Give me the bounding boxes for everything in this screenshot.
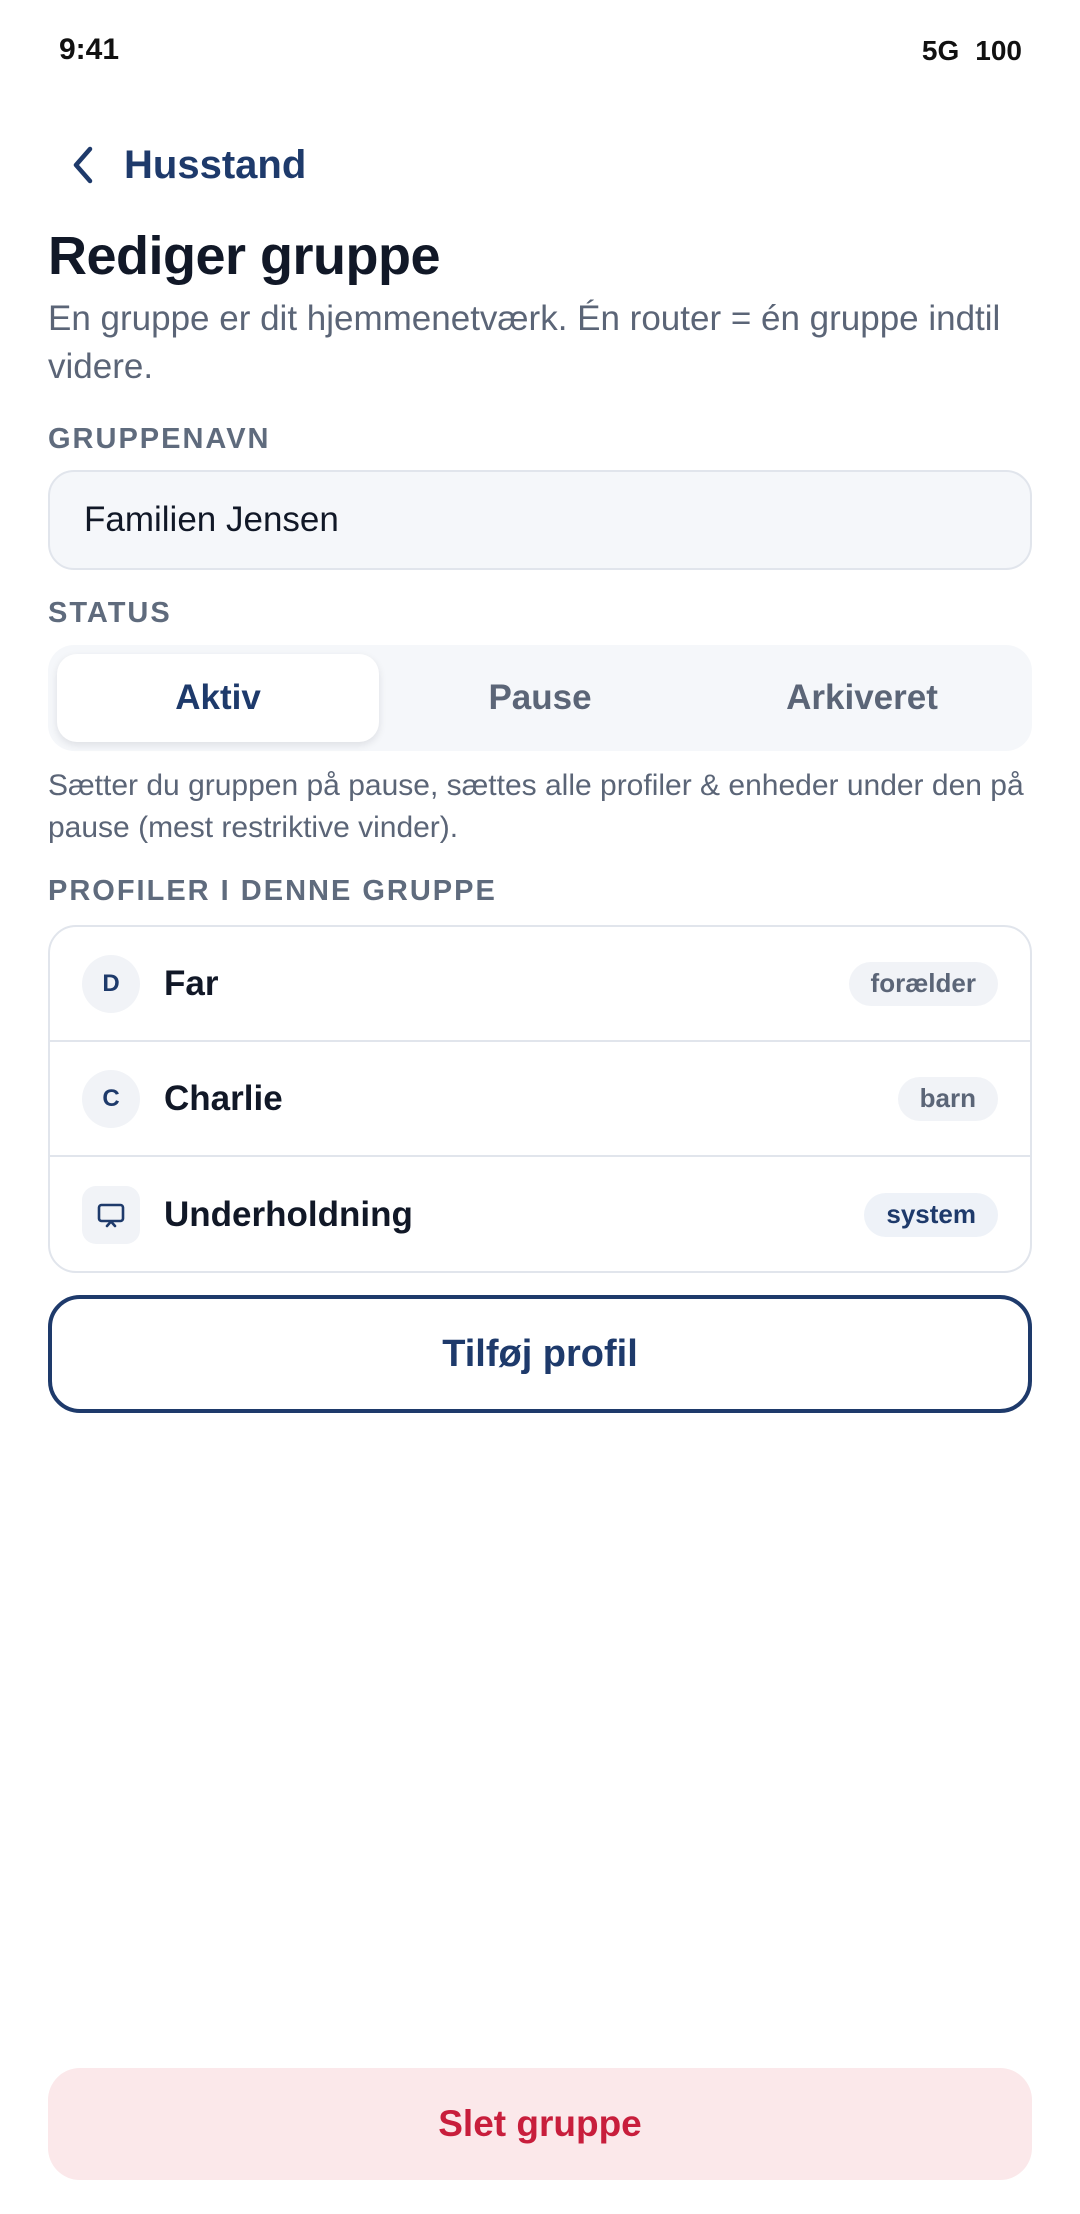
page-title: Rediger gruppe [48,226,441,286]
network-indicator: 5G [921,35,960,66]
back-button[interactable]: Husstand [70,135,306,195]
avatar: C [82,1069,140,1128]
status-note: Sætter du gruppen på pause, sættes alle … [48,769,1024,844]
profile-name: Underholdning [164,1194,413,1234]
add-profile-button[interactable]: Tilføj profil [48,1295,1032,1413]
group-name-input[interactable] [48,470,1032,570]
status-indicators: 5G 100 [922,35,1022,67]
status-bar: 9:41 5G 100 [0,0,1080,100]
role-badge: forælder [848,961,998,1006]
page-description: En gruppe er dit hjemmenetværk. Én route… [48,299,1001,386]
profile-row[interactable]: C Charlie barn [50,1042,1030,1157]
back-label: Husstand [124,142,307,187]
profile-row[interactable]: Underholdning system [50,1157,1030,1271]
status-option-arkiveret[interactable]: Arkiveret [701,654,1023,742]
avatar: D [82,954,140,1013]
group-name-label: GRUPPENAVN [48,423,271,455]
chevron-left-icon [70,145,100,185]
profiles-label: PROFILER I DENNE GRUPPE [48,875,497,907]
status-option-aktiv[interactable]: Aktiv [57,654,379,742]
profile-name: Charlie [164,1078,283,1118]
role-badge: system [864,1192,998,1237]
tv-icon [82,1185,140,1244]
status-time: 9:41 [59,33,120,66]
status-label: STATUS [48,597,172,629]
profile-name: Far [164,963,219,1003]
battery-indicator: 100 [975,35,1022,66]
status-segmented-control: Aktiv Pause Arkiveret [48,645,1032,751]
profile-row[interactable]: D Far forælder [50,927,1030,1042]
delete-group-button[interactable]: Slet gruppe [48,2068,1032,2180]
profiles-list: D Far forælder C Charlie barn Underholdn… [48,925,1032,1273]
status-option-pause[interactable]: Pause [379,654,701,742]
role-badge: barn [897,1076,998,1121]
